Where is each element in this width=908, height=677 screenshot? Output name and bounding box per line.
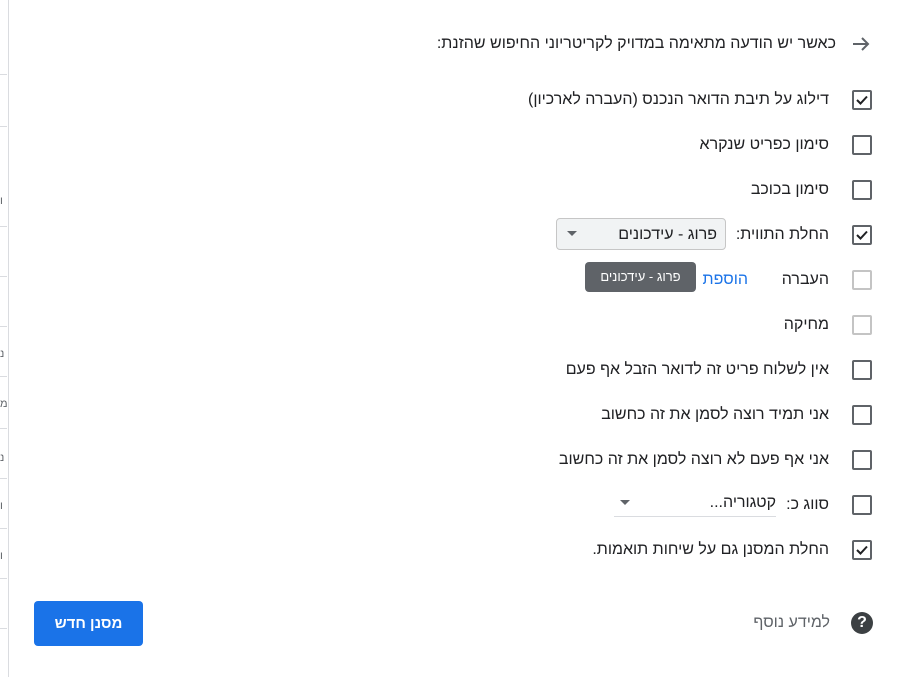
add-forwarding-link[interactable]: הוספת	[703, 271, 748, 289]
label-select-value: פרוג - עידכונים	[618, 226, 717, 243]
edge-divider	[0, 226, 7, 227]
option-skip-inbox: דילוג על תיבת הדואר הנכנס (העברה לארכיון…	[9, 85, 908, 115]
option-categorize: סווג כ: קטגוריה...	[9, 490, 908, 520]
edge-divider	[0, 376, 7, 377]
category-select[interactable]: קטגוריה...	[614, 488, 776, 517]
edge-glyph: ו	[0, 550, 3, 562]
help-circle-icon[interactable]: ?	[851, 612, 873, 634]
chevron-down-icon	[567, 231, 577, 236]
star-checkbox[interactable]	[852, 180, 872, 200]
edge-divider	[0, 578, 7, 579]
forward-label: העברה	[781, 271, 829, 288]
edge-divider	[0, 428, 7, 429]
edge-divider	[0, 126, 7, 127]
dialog-header: כאשר יש הודעה מתאימה במדויק לקריטריוני ה…	[9, 32, 908, 58]
option-delete: מחיקה	[9, 310, 908, 340]
never-spam-label: אין לשלוח פריט זה לדואר הזבל אף פעם	[565, 361, 829, 378]
forward-checkbox[interactable]	[852, 270, 872, 290]
categorize-checkbox[interactable]	[852, 495, 872, 515]
background-panel-edge: ו נ מ נ ו ו	[0, 0, 9, 677]
mark-as-read-label: סימון כפריט שנקרא	[699, 136, 829, 153]
option-forward: העברה הוספת	[9, 265, 908, 295]
mark-as-read-checkbox[interactable]	[852, 135, 872, 155]
edge-glyph: ו	[0, 195, 3, 207]
label-select[interactable]: פרוג - עידכונים	[556, 218, 726, 250]
edge-glyph: נ	[0, 348, 5, 360]
learn-more-link[interactable]: למידע נוסף	[753, 614, 830, 632]
apply-label-label: החלת התווית:	[735, 226, 829, 243]
arrow-right-icon[interactable]	[849, 32, 873, 56]
edge-divider	[0, 326, 7, 327]
dialog-header-text: כאשר יש הודעה מתאימה במדויק לקריטריוני ה…	[436, 35, 836, 52]
edge-glyph: מ	[0, 398, 8, 410]
edge-divider	[0, 478, 7, 479]
edge-divider	[0, 74, 7, 75]
never-important-checkbox[interactable]	[852, 450, 872, 470]
always-important-checkbox[interactable]	[852, 405, 872, 425]
skip-inbox-checkbox[interactable]	[852, 90, 872, 110]
label-tooltip: פרוג - עידכונים	[585, 262, 696, 292]
option-always-important: אני תמיד רוצה לסמן את זה כחשוב	[9, 400, 908, 430]
always-important-label: אני תמיד רוצה לסמן את זה כחשוב	[601, 406, 829, 423]
option-never-important: אני אף פעם לא רוצה לסמן את זה כחשוב	[9, 445, 908, 475]
chevron-down-icon	[620, 500, 630, 505]
categorize-label: סווג כ:	[786, 496, 829, 513]
option-star: סימון בכוכב	[9, 175, 908, 205]
create-filter-button[interactable]: מסנן חדש	[34, 601, 143, 646]
option-never-spam: אין לשלוח פריט זה לדואר הזבל אף פעם	[9, 355, 908, 385]
skip-inbox-label: דילוג על תיבת הדואר הנכנס (העברה לארכיון…	[528, 91, 829, 108]
star-label: סימון בכוכב	[750, 181, 829, 198]
edge-divider	[0, 528, 7, 529]
edge-glyph: ו	[0, 500, 3, 512]
apply-to-matching-checkbox[interactable]	[852, 540, 872, 560]
option-apply-to-matching: החלת המסנן גם על שיחות תואמות.	[9, 535, 908, 565]
category-select-placeholder: קטגוריה...	[709, 494, 776, 511]
option-mark-as-read: סימון כפריט שנקרא	[9, 130, 908, 160]
apply-to-matching-label: החלת המסנן גם על שיחות תואמות.	[592, 541, 829, 558]
edge-divider	[0, 276, 7, 277]
filter-actions-dialog: כאשר יש הודעה מתאימה במדויק לקריטריוני ה…	[9, 0, 908, 677]
never-important-label: אני אף פעם לא רוצה לסמן את זה כחשוב	[558, 451, 829, 468]
edge-glyph: נ	[0, 452, 5, 464]
option-apply-label: החלת התווית: פרוג - עידכונים	[9, 218, 908, 250]
never-spam-checkbox[interactable]	[852, 360, 872, 380]
delete-label: מחיקה	[783, 316, 829, 333]
edge-divider	[0, 628, 7, 629]
apply-label-checkbox[interactable]	[852, 225, 872, 245]
delete-checkbox[interactable]	[852, 315, 872, 335]
